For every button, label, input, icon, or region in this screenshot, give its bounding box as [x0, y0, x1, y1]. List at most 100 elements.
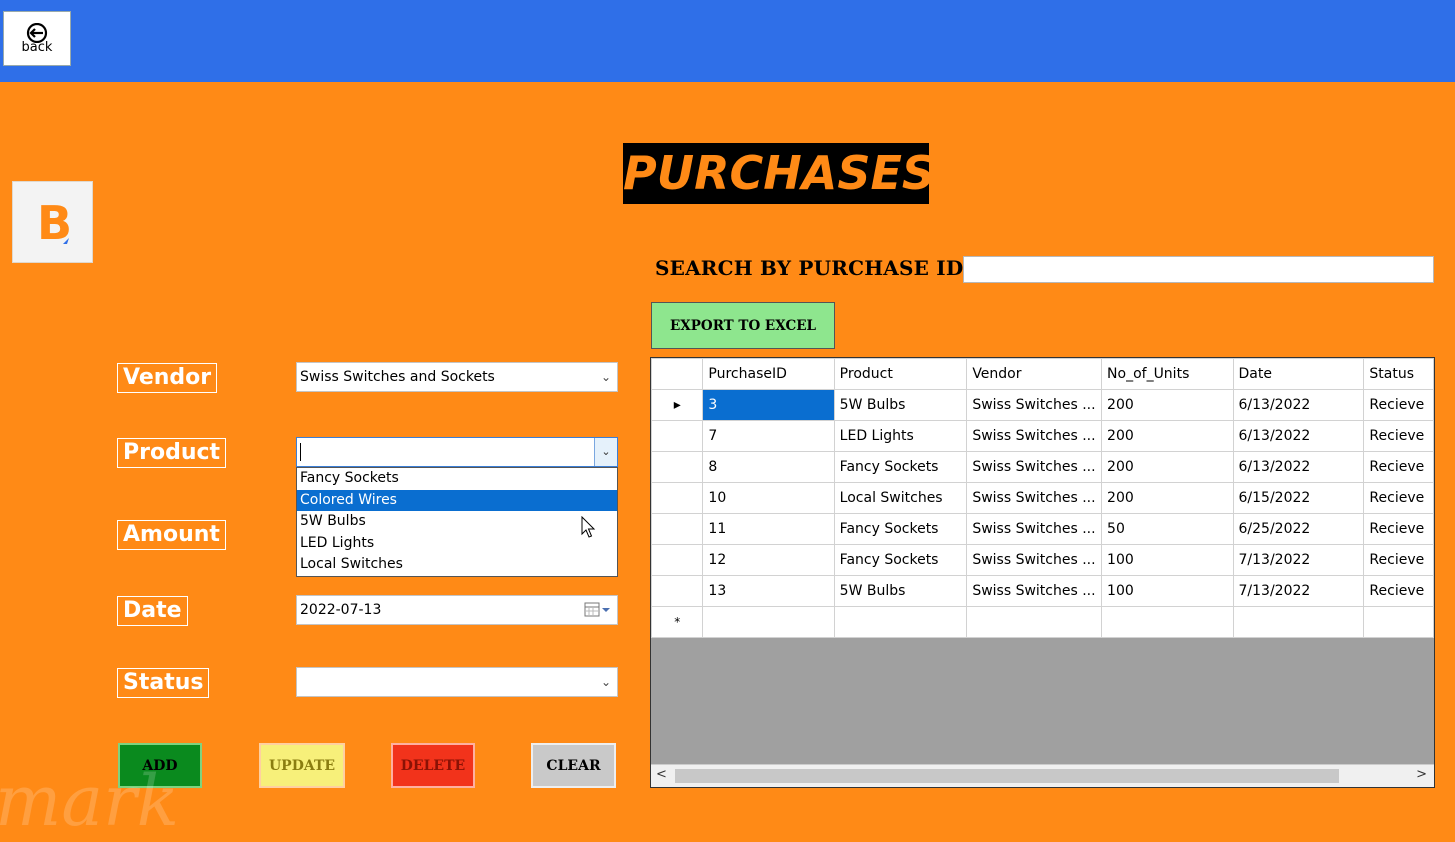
- product-option[interactable]: LED Lights: [297, 533, 617, 555]
- table-cell[interactable]: Swiss Switches ...: [966, 482, 1103, 514]
- table-cell[interactable]: Recieve: [1363, 389, 1434, 421]
- table-cell[interactable]: 5W Bulbs: [833, 575, 968, 607]
- back-button[interactable]: back: [3, 11, 71, 66]
- chevron-down-icon[interactable]: ⌄: [594, 438, 617, 466]
- row-header[interactable]: [651, 451, 704, 483]
- table-cell[interactable]: Fancy Sockets: [833, 544, 968, 576]
- table-row[interactable]: 13 5W Bulbs Swiss Switches ... 100 7/13/…: [651, 575, 1434, 607]
- search-input[interactable]: [963, 256, 1434, 283]
- product-option[interactable]: Local Switches: [297, 554, 617, 576]
- table-cell[interactable]: [833, 606, 968, 638]
- row-header[interactable]: [651, 544, 704, 576]
- table-cell[interactable]: 5W Bulbs: [833, 389, 968, 421]
- row-header[interactable]: [651, 575, 704, 607]
- table-cell[interactable]: [1363, 606, 1434, 638]
- horizontal-scrollbar[interactable]: < >: [651, 764, 1434, 787]
- table-cell[interactable]: 200: [1101, 451, 1234, 483]
- table-cell[interactable]: 100: [1101, 575, 1234, 607]
- table-cell[interactable]: Recieve: [1363, 544, 1434, 576]
- status-select[interactable]: ⌄: [296, 667, 618, 697]
- table-cell[interactable]: Recieve: [1363, 575, 1434, 607]
- table-cell[interactable]: Fancy Sockets: [833, 451, 968, 483]
- current-row-indicator-icon[interactable]: ▸: [651, 389, 704, 421]
- column-header-vendor[interactable]: Vendor: [966, 358, 1103, 390]
- table-cell[interactable]: [966, 606, 1103, 638]
- table-cell[interactable]: Swiss Switches ...: [966, 389, 1103, 421]
- export-to-excel-button[interactable]: EXPORT TO EXCEL: [651, 302, 835, 349]
- scroll-left-icon[interactable]: <: [656, 767, 667, 782]
- table-cell[interactable]: 7/13/2022: [1232, 575, 1365, 607]
- table-cell[interactable]: 13: [702, 575, 835, 607]
- mouse-pointer-icon: [581, 516, 596, 538]
- table-cell[interactable]: 6/25/2022: [1232, 513, 1365, 545]
- table-row[interactable]: 8 Fancy Sockets Swiss Switches ... 200 6…: [651, 451, 1434, 483]
- table-cell[interactable]: Recieve: [1363, 451, 1434, 483]
- update-button[interactable]: UPDATE: [259, 743, 345, 788]
- table-cell[interactable]: LED Lights: [833, 420, 968, 452]
- table-cell[interactable]: Recieve: [1363, 513, 1434, 545]
- table-cell[interactable]: [1101, 606, 1234, 638]
- product-dropdown-list[interactable]: Fancy Sockets Colored Wires 5W Bulbs LED…: [296, 467, 618, 577]
- back-label: back: [21, 40, 53, 55]
- table-cell[interactable]: 100: [1101, 544, 1234, 576]
- table-cell[interactable]: 6/13/2022: [1232, 389, 1365, 421]
- table-cell[interactable]: Swiss Switches ...: [966, 575, 1103, 607]
- table-cell[interactable]: 50: [1101, 513, 1234, 545]
- scrollbar-thumb[interactable]: [675, 769, 1339, 783]
- table-row[interactable]: ▸ 3 5W Bulbs Swiss Switches ... 200 6/13…: [651, 389, 1434, 421]
- clear-button[interactable]: CLEAR: [531, 743, 616, 788]
- top-bar: back: [0, 0, 1455, 82]
- table-cell[interactable]: 7: [702, 420, 835, 452]
- scroll-right-icon[interactable]: >: [1416, 767, 1427, 782]
- table-cell[interactable]: 6/15/2022: [1232, 482, 1365, 514]
- column-header-status[interactable]: Status: [1363, 358, 1434, 390]
- row-header[interactable]: [651, 513, 704, 545]
- table-cell[interactable]: 11: [702, 513, 835, 545]
- row-header[interactable]: [651, 482, 704, 514]
- table-cell[interactable]: Swiss Switches ...: [966, 420, 1103, 452]
- search-label: SEARCH BY PURCHASE ID: [655, 256, 964, 280]
- vendor-select[interactable]: Swiss Switches and Sockets ⌄: [296, 362, 618, 392]
- text-caret: [300, 443, 301, 461]
- table-cell[interactable]: [702, 606, 835, 638]
- table-cell[interactable]: 10: [702, 482, 835, 514]
- table-cell[interactable]: 200: [1101, 482, 1234, 514]
- table-cell[interactable]: 12: [702, 544, 835, 576]
- purchases-grid[interactable]: PurchaseID Product Vendor No_of_Units Da…: [650, 357, 1435, 788]
- table-cell[interactable]: Recieve: [1363, 420, 1434, 452]
- vendor-label: Vendor: [117, 363, 218, 393]
- vendor-value: Swiss Switches and Sockets: [300, 369, 495, 385]
- table-row[interactable]: 12 Fancy Sockets Swiss Switches ... 100 …: [651, 544, 1434, 576]
- calendar-icon[interactable]: [584, 602, 612, 618]
- table-cell[interactable]: 8: [702, 451, 835, 483]
- product-option[interactable]: 5W Bulbs: [297, 511, 617, 533]
- product-option[interactable]: Colored Wires: [297, 489, 617, 511]
- table-cell[interactable]: 6/13/2022: [1232, 420, 1365, 452]
- table-cell[interactable]: Recieve: [1363, 482, 1434, 514]
- date-picker[interactable]: 2022-07-13: [296, 595, 618, 625]
- table-cell[interactable]: 200: [1101, 420, 1234, 452]
- table-cell[interactable]: Local Switches: [833, 482, 968, 514]
- delete-button[interactable]: DELETE: [391, 743, 475, 788]
- table-cell[interactable]: Swiss Switches ...: [966, 513, 1103, 545]
- table-cell[interactable]: [1232, 606, 1365, 638]
- column-header-product[interactable]: Product: [833, 358, 968, 390]
- table-row[interactable]: 10 Local Switches Swiss Switches ... 200…: [651, 482, 1434, 514]
- product-combobox[interactable]: ⌄: [296, 437, 618, 467]
- product-option[interactable]: Fancy Sockets: [297, 468, 617, 490]
- table-cell[interactable]: 200: [1101, 389, 1234, 421]
- new-row-indicator-icon[interactable]: *: [651, 606, 704, 638]
- row-header[interactable]: [651, 420, 704, 452]
- table-cell[interactable]: Swiss Switches ...: [966, 451, 1103, 483]
- column-header-purchaseid[interactable]: PurchaseID: [702, 358, 835, 390]
- table-cell[interactable]: 3: [702, 389, 835, 421]
- new-row[interactable]: *: [651, 606, 1434, 638]
- table-cell[interactable]: Fancy Sockets: [833, 513, 968, 545]
- table-cell[interactable]: 7/13/2022: [1232, 544, 1365, 576]
- column-header-date[interactable]: Date: [1232, 358, 1365, 390]
- column-header-no-of-units[interactable]: No_of_Units: [1101, 358, 1234, 390]
- table-cell[interactable]: 6/13/2022: [1232, 451, 1365, 483]
- table-cell[interactable]: Swiss Switches ...: [966, 544, 1103, 576]
- table-row[interactable]: 11 Fancy Sockets Swiss Switches ... 50 6…: [651, 513, 1434, 545]
- table-row[interactable]: 7 LED Lights Swiss Switches ... 200 6/13…: [651, 420, 1434, 452]
